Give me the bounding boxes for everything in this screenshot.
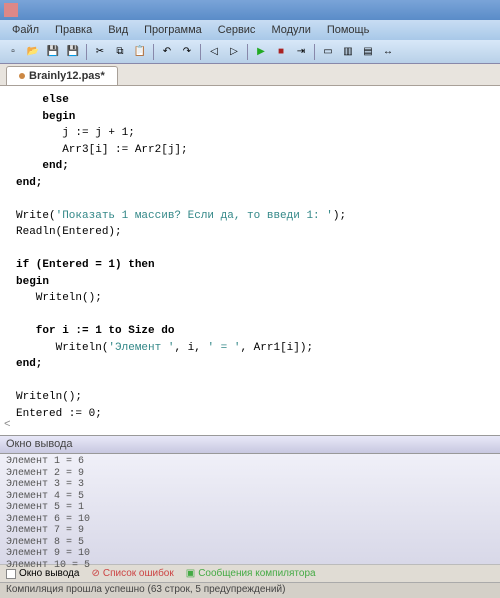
code-content: else begin j := j + 1; Arr3[i] := Arr2[j… bbox=[16, 92, 484, 436]
scroll-left-icon[interactable]: < bbox=[4, 417, 11, 434]
separator bbox=[86, 44, 87, 60]
redo-icon[interactable]: ↷ bbox=[178, 43, 196, 61]
tab-errors[interactable]: ⊘ Список ошибок bbox=[91, 568, 173, 579]
status-text: Компиляция прошла успешно (63 строк, 5 п… bbox=[6, 584, 285, 595]
output-panel-header: Окно вывода bbox=[0, 436, 500, 454]
compiler-icon: ▣ bbox=[186, 568, 195, 579]
copy-icon[interactable]: ⧉ bbox=[111, 43, 129, 61]
window2-icon[interactable]: ▥ bbox=[339, 43, 357, 61]
menu-file[interactable]: Файл bbox=[4, 22, 47, 38]
error-icon: ⊘ bbox=[91, 568, 99, 579]
save-icon[interactable]: 💾 bbox=[44, 43, 62, 61]
saveall-icon[interactable]: 💾 bbox=[64, 43, 82, 61]
forward-icon[interactable]: ▷ bbox=[225, 43, 243, 61]
back-icon[interactable]: ◁ bbox=[205, 43, 223, 61]
tab-output[interactable]: Окно вывода bbox=[6, 568, 79, 579]
tabbar: Brainly12.pas* bbox=[0, 64, 500, 86]
output-content: Элемент 1 = 6 Элемент 2 = 9 Элемент 3 = … bbox=[6, 456, 494, 571]
separator bbox=[200, 44, 201, 60]
open-icon[interactable]: 📂 bbox=[24, 43, 42, 61]
titlebar bbox=[0, 0, 500, 20]
new-icon[interactable]: ▫ bbox=[4, 43, 22, 61]
window3-icon[interactable]: ▤ bbox=[359, 43, 377, 61]
paste-icon[interactable]: 📋 bbox=[131, 43, 149, 61]
menubar: Файл Правка Вид Программа Сервис Модули … bbox=[0, 20, 500, 40]
modified-indicator-icon bbox=[19, 73, 25, 79]
separator bbox=[153, 44, 154, 60]
window4-icon[interactable]: ↔ bbox=[379, 43, 397, 61]
code-editor[interactable]: else begin j := j + 1; Arr3[i] := Arr2[j… bbox=[0, 86, 500, 436]
stop-icon[interactable]: ■ bbox=[272, 43, 290, 61]
menu-modules[interactable]: Модули bbox=[263, 22, 318, 38]
tab-title: Brainly12.pas* bbox=[29, 70, 105, 82]
menu-service[interactable]: Сервис bbox=[210, 22, 264, 38]
file-tab[interactable]: Brainly12.pas* bbox=[6, 66, 118, 85]
window1-icon[interactable]: ▭ bbox=[319, 43, 337, 61]
run-icon[interactable]: ▶ bbox=[252, 43, 270, 61]
menu-help[interactable]: Помощь bbox=[319, 22, 378, 38]
separator bbox=[247, 44, 248, 60]
checkbox-icon bbox=[6, 569, 16, 579]
step-icon[interactable]: ⇥ bbox=[292, 43, 310, 61]
cut-icon[interactable]: ✂ bbox=[91, 43, 109, 61]
undo-icon[interactable]: ↶ bbox=[158, 43, 176, 61]
menu-edit[interactable]: Правка bbox=[47, 22, 100, 38]
menu-program[interactable]: Программа bbox=[136, 22, 210, 38]
output-panel[interactable]: Элемент 1 = 6 Элемент 2 = 9 Элемент 3 = … bbox=[0, 454, 500, 564]
menu-view[interactable]: Вид bbox=[100, 22, 136, 38]
tab-compiler[interactable]: ▣ Сообщения компилятора bbox=[186, 568, 316, 579]
toolbar: ▫ 📂 💾 💾 ✂ ⧉ 📋 ↶ ↷ ◁ ▷ ▶ ■ ⇥ ▭ ▥ ▤ ↔ bbox=[0, 40, 500, 64]
app-icon bbox=[4, 3, 18, 17]
separator bbox=[314, 44, 315, 60]
